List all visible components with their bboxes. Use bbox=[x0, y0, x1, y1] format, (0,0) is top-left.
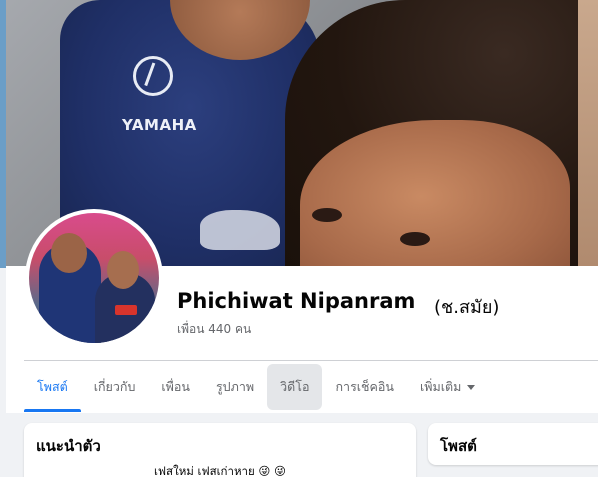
tab-videos-label: วิดีโอ bbox=[280, 379, 310, 394]
cover-eye-left bbox=[312, 208, 342, 222]
tab-check-ins-label: การเช็คอิน bbox=[335, 379, 394, 394]
tab-check-ins[interactable]: การเช็คอิน bbox=[322, 364, 406, 410]
cover-photo-edge-right bbox=[578, 0, 598, 268]
cover-eye-right bbox=[400, 232, 430, 246]
tab-posts-label: โพสต์ bbox=[37, 379, 68, 394]
posts-title: โพสต์ bbox=[440, 437, 477, 455]
tab-more[interactable]: เพิ่มเติม bbox=[407, 364, 488, 410]
tab-friends-label: เพื่อน bbox=[161, 379, 190, 394]
tab-posts[interactable]: โพสต์ bbox=[24, 364, 81, 412]
intro-bio: เฟสใหม่ เฟสเก่าหาย 😜 😜 bbox=[153, 464, 287, 477]
tab-about-label: เกี่ยวกับ bbox=[93, 379, 136, 394]
avatar-shirt-logo bbox=[115, 305, 137, 315]
friends-count-link[interactable]: เพื่อน 440 คน bbox=[177, 320, 251, 339]
tab-photos[interactable]: รูปภาพ bbox=[203, 364, 267, 410]
intro-card: แนะนำตัว เฟสใหม่ เฟสเก่าหาย 😜 😜 bbox=[24, 423, 416, 477]
caret-down-icon bbox=[467, 384, 476, 390]
profile-alternate-name: (ช.สมัย) bbox=[434, 297, 500, 318]
avatar-head-right bbox=[107, 251, 139, 289]
posts-card: โพสต์ bbox=[428, 423, 598, 465]
intro-title: แนะนำตัว bbox=[36, 437, 101, 455]
cover-shirt-brand: YAMAHA bbox=[122, 116, 197, 134]
yamaha-logo-icon bbox=[133, 56, 173, 96]
profile-tabs: โพสต์ เกี่ยวกับ เพื่อน รูปภาพ วิดีโอ การ… bbox=[24, 364, 488, 412]
tab-photos-label: รูปภาพ bbox=[215, 379, 255, 394]
tab-friends[interactable]: เพื่อน bbox=[148, 364, 203, 410]
avatar-head-left bbox=[51, 233, 87, 273]
avatar-photo bbox=[29, 213, 159, 343]
cover-edge bbox=[0, 0, 6, 268]
cover-shirt-print bbox=[200, 210, 280, 250]
avatar[interactable] bbox=[25, 209, 163, 347]
header-divider bbox=[24, 360, 598, 361]
tab-videos[interactable]: วิดีโอ bbox=[267, 364, 323, 410]
tab-more-label: เพิ่มเติม bbox=[419, 379, 462, 394]
tab-about[interactable]: เกี่ยวกับ bbox=[81, 364, 149, 410]
profile-name: Phichiwat Nipanram bbox=[177, 289, 416, 313]
